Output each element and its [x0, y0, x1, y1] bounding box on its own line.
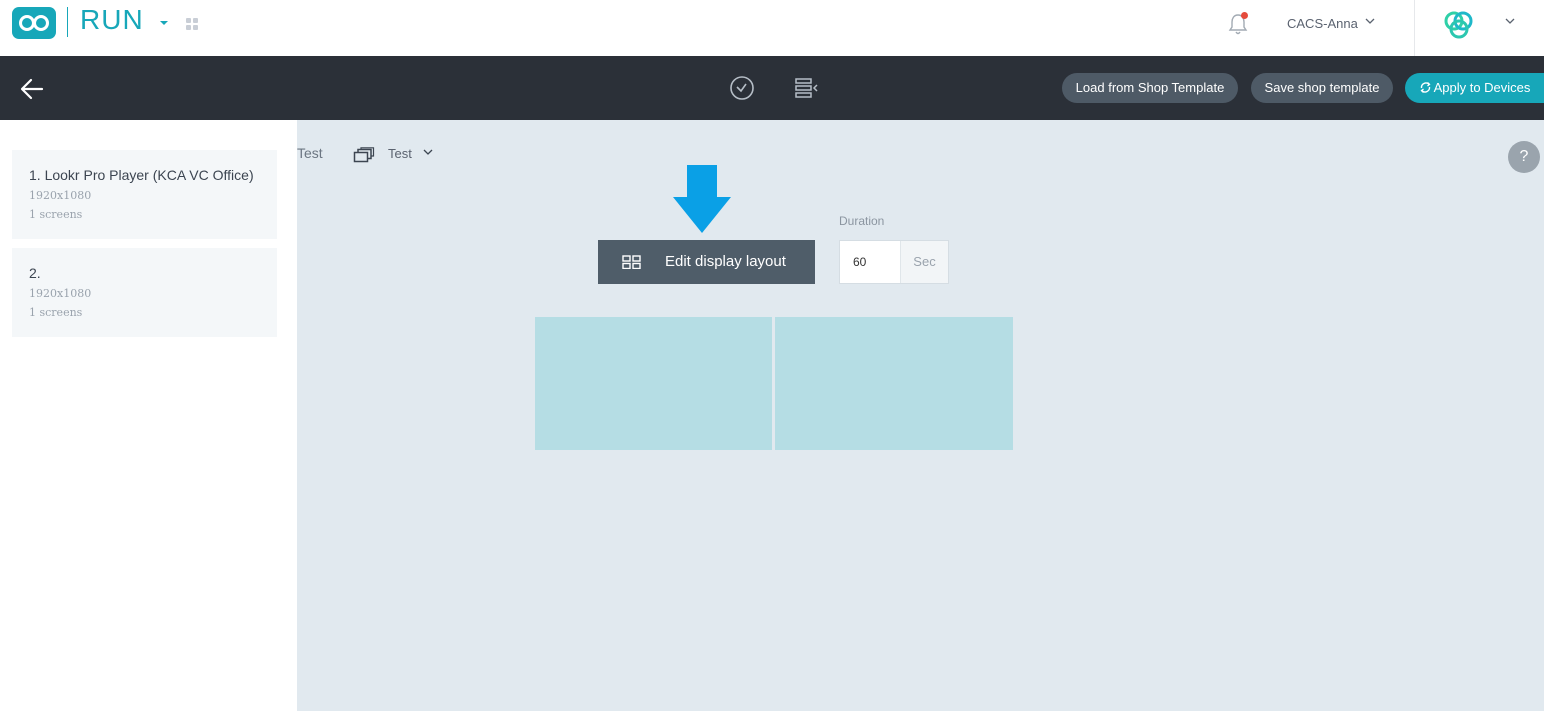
layout-zone[interactable] [775, 317, 1013, 450]
app-switch-caret-icon[interactable] [160, 21, 168, 25]
layout-preview [535, 317, 1013, 450]
chevron-down-icon[interactable] [1365, 16, 1375, 26]
top-header: RUN CACS-Anna [0, 0, 1544, 56]
infinity-logo-icon[interactable] [12, 7, 56, 39]
duration-label: Duration [839, 214, 885, 228]
chevron-down-icon [423, 149, 433, 155]
app-name[interactable]: RUN [80, 4, 144, 36]
duration-field: 60 Sec [839, 240, 949, 284]
help-button[interactable]: ? [1508, 141, 1540, 173]
clock-icon[interactable] [729, 75, 755, 101]
playlist-icon[interactable] [793, 76, 819, 100]
header-divider [1414, 0, 1415, 56]
apps-grid-icon[interactable] [186, 18, 198, 30]
brand-chevron-down-icon[interactable] [1505, 16, 1515, 26]
display-group-label: Test [388, 146, 412, 161]
display-card-screens: 1 screens [29, 208, 83, 221]
display-card-title: 1. Lookr Pro Player (KCA VC Office) [29, 167, 254, 183]
user-menu[interactable]: CACS-Anna [1287, 16, 1358, 31]
edit-display-layout-button[interactable]: Edit display layout [598, 240, 815, 284]
editor-toolbar: Load from Shop Template Save shop templa… [0, 56, 1544, 120]
display-card[interactable]: 2. 1920x1080 1 screens [12, 248, 277, 337]
display-sidebar: 1. Lookr Pro Player (KCA VC Office) 1920… [0, 120, 297, 711]
edit-display-layout-label: Edit display layout [665, 253, 786, 270]
apply-to-devices-button[interactable]: Apply to Devices [1405, 73, 1544, 103]
display-card-title: 2. [29, 265, 41, 281]
logo-divider [67, 7, 68, 37]
duration-unit: Sec [900, 241, 948, 283]
tab-test[interactable]: Test [297, 145, 323, 161]
refresh-icon [1420, 82, 1431, 93]
back-arrow-icon[interactable] [20, 78, 44, 100]
layout-grid-icon [622, 255, 641, 269]
display-card-resolution: 1920x1080 [29, 287, 92, 300]
notification-dot [1241, 12, 1248, 19]
layout-zone[interactable] [535, 317, 772, 450]
duration-input[interactable]: 60 [840, 241, 900, 283]
display-card-resolution: 1920x1080 [29, 189, 92, 202]
down-arrow-icon [673, 165, 731, 233]
brand-rings-icon[interactable] [1439, 8, 1481, 42]
save-shop-template-button[interactable]: Save shop template [1251, 73, 1393, 103]
display-card-screens: 1 screens [29, 306, 83, 319]
load-shop-template-button[interactable]: Load from Shop Template [1062, 73, 1238, 103]
display-card[interactable]: 1. Lookr Pro Player (KCA VC Office) 1920… [12, 150, 277, 239]
apply-to-devices-label: Apply to Devices [1433, 80, 1531, 95]
layout-canvas: Test Test ? Edit display layout Duration… [297, 120, 1544, 711]
windows-icon [353, 147, 375, 163]
